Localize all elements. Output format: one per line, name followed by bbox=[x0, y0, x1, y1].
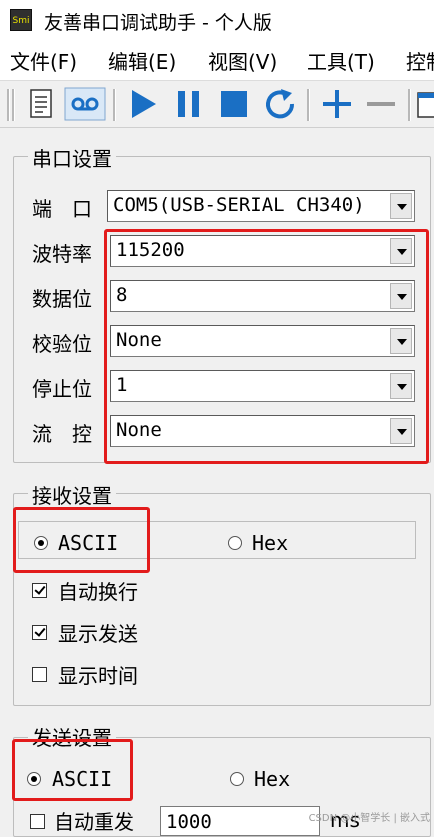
toolbar-separator bbox=[408, 89, 411, 121]
window-icon[interactable] bbox=[416, 87, 434, 121]
stop-icon[interactable] bbox=[216, 87, 254, 121]
refresh-icon[interactable] bbox=[262, 87, 300, 121]
toolbar-grip bbox=[12, 89, 15, 121]
menu-control[interactable]: 控制 bbox=[406, 46, 434, 75]
window-title: 友善串口调试助手 - 个人版 bbox=[44, 12, 272, 34]
resend-interval-value: 1000 bbox=[166, 811, 212, 833]
play-icon[interactable] bbox=[124, 87, 162, 121]
record-tape-icon[interactable] bbox=[64, 87, 106, 121]
show-time-label[interactable]: 显示时间 bbox=[58, 660, 138, 689]
baud-rate-label: 波特率 bbox=[32, 242, 92, 266]
data-bits-label: 数据位 bbox=[32, 287, 92, 311]
remove-icon[interactable] bbox=[362, 87, 400, 121]
highlight-box bbox=[104, 229, 429, 464]
chevron-down-icon[interactable] bbox=[390, 193, 412, 219]
auto-resend-checkbox[interactable] bbox=[30, 814, 45, 829]
document-icon[interactable] bbox=[24, 87, 58, 121]
auto-wrap-label[interactable]: 自动换行 bbox=[58, 576, 138, 605]
show-send-label[interactable]: 显示发送 bbox=[58, 618, 138, 647]
receive-hex-radio[interactable] bbox=[228, 536, 242, 550]
toolbar-grip bbox=[7, 89, 10, 121]
menu-tools[interactable]: 工具(T) bbox=[307, 46, 375, 75]
port-select[interactable]: COM5(USB-SERIAL CH340) bbox=[107, 190, 415, 222]
add-icon[interactable] bbox=[318, 87, 356, 121]
send-hex-label[interactable]: Hex bbox=[254, 767, 290, 791]
menu-bar: 文件(F) 编辑(E) 视图(V) 工具(T) 控制 bbox=[0, 40, 434, 81]
flow-control-label: 流 控 bbox=[32, 422, 92, 446]
receive-settings-title: 接收设置 bbox=[28, 480, 116, 509]
highlight-box bbox=[12, 739, 133, 801]
show-send-checkbox[interactable] bbox=[32, 625, 47, 640]
title-bar: Smi 友善串口调试助手 - 个人版 bbox=[0, 0, 434, 41]
send-hex-radio[interactable] bbox=[230, 772, 244, 786]
app-icon: Smi bbox=[10, 9, 32, 31]
stop-bits-label: 停止位 bbox=[32, 377, 92, 401]
receive-hex-label[interactable]: Hex bbox=[252, 531, 288, 555]
serial-settings-title: 串口设置 bbox=[28, 143, 116, 172]
auto-resend-label[interactable]: 自动重发 bbox=[54, 806, 134, 835]
port-value: COM5(USB-SERIAL CH340) bbox=[113, 194, 365, 216]
toolbar-separator bbox=[307, 89, 310, 121]
show-time-checkbox[interactable] bbox=[32, 667, 47, 682]
parity-label: 校验位 bbox=[32, 332, 92, 356]
toolbar bbox=[0, 81, 434, 128]
menu-file[interactable]: 文件(F) bbox=[10, 46, 77, 75]
menu-view[interactable]: 视图(V) bbox=[208, 46, 277, 75]
toolbar-separator bbox=[113, 89, 116, 121]
auto-wrap-checkbox[interactable] bbox=[32, 583, 47, 598]
highlight-box bbox=[13, 507, 150, 573]
pause-icon[interactable] bbox=[170, 87, 208, 121]
watermark: CSDN @小智学长 | 嵌入式 bbox=[308, 813, 430, 824]
resend-interval-input[interactable]: 1000 bbox=[160, 806, 320, 836]
menu-edit[interactable]: 编辑(E) bbox=[108, 46, 176, 75]
port-label: 端 口 bbox=[32, 197, 92, 221]
